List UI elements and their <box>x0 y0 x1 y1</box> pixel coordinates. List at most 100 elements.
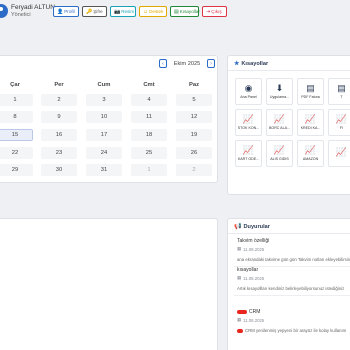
shortcut-tile[interactable]: ◉ Ana Panel <box>235 78 262 105</box>
calendar-day[interactable]: 12 <box>176 111 212 123</box>
shortcut-label: ALIS GIDIS <box>270 157 289 161</box>
calendar-day[interactable]: 24 <box>86 147 122 159</box>
chart-icon: 📈 <box>335 147 348 157</box>
calendar-day[interactable]: 10 <box>86 111 122 123</box>
shortcut-label: FI <box>339 126 344 130</box>
divider <box>228 233 350 234</box>
calendar-day[interactable]: 4 <box>131 94 167 106</box>
new-badge-icon <box>237 309 247 314</box>
shortcut-tile[interactable]: 📈 KART ODE... <box>235 140 262 167</box>
document-icon: ▤ <box>337 83 346 93</box>
calendar-day[interactable]: 19 <box>176 129 212 141</box>
calendar-day[interactable]: 16 <box>41 129 77 141</box>
logout-button[interactable]: ⇥ Çıkış <box>202 6 227 17</box>
new-badge-icon <box>237 328 243 333</box>
download-icon: ⬇ <box>275 83 284 93</box>
announcement-text: Artık kısayollları kendiniz belirleyebil… <box>237 286 350 291</box>
shortcut-label: KREDI KA... <box>300 126 321 130</box>
shortcut-label: T <box>340 95 343 99</box>
shortcut-tile[interactable]: 📈 AMAZON <box>297 140 324 167</box>
calendar-day[interactable]: 23 <box>41 147 77 159</box>
announcement-date: ▦ 11.08.2025 <box>237 275 264 281</box>
chart-icon: 📈 <box>273 145 286 155</box>
calendar-day[interactable]: 30 <box>41 164 77 176</box>
announcement-title[interactable]: CRM <box>237 309 260 315</box>
announcement-date-text: 11.08.2025 <box>243 317 265 323</box>
calendar-day[interactable]: 26 <box>176 147 212 159</box>
shortcut-label: STOK KON... <box>237 126 260 130</box>
shortcut-tile[interactable]: 📈 KREDI KA... <box>297 109 324 136</box>
image-button[interactable]: 📷 Resim <box>110 6 136 17</box>
shortcut-tile[interactable]: 📈 ALIS GIDIS <box>266 140 293 167</box>
announcement-text: CRM yenilenmiş yepyeni bir arayüz ile ko… <box>237 328 350 333</box>
shortcut-label: BORC ALA... <box>269 126 290 130</box>
prev-month-button[interactable]: ‹ <box>159 59 167 68</box>
user-icon: 👤 <box>57 8 64 15</box>
weekday-header: Cmt <box>143 82 155 88</box>
announcements-card: 📢 Duyurular Takvim özelliği ▦ 11.08.2025 an… <box>227 218 350 350</box>
chart-icon: 📈 <box>273 114 286 124</box>
calendar-day[interactable]: 17 <box>86 129 122 141</box>
calendar-day[interactable]: 2 <box>176 164 212 176</box>
announcement-title[interactable]: Takvim özelliği <box>237 238 269 244</box>
logout-button-label: Çıkış <box>211 9 222 14</box>
calendar-day[interactable]: 5 <box>176 94 212 106</box>
shortcuts-button-label: Kısayollar <box>179 9 200 14</box>
shortcut-tile[interactable]: 📈 STOK KON... <box>235 109 262 136</box>
content-card <box>0 218 218 350</box>
announcement-date-text: 11.08.2025 <box>243 246 265 252</box>
megaphone-icon: 📢 <box>234 224 242 230</box>
announcement-title[interactable]: kısayollar <box>237 267 258 273</box>
chart-icon: 📈 <box>242 145 255 155</box>
chart-icon: 📈 <box>335 114 348 124</box>
top-bar: Feryadi ALTUN Yönetici 👤 Profil 🔑 Şifre … <box>0 0 350 22</box>
support-icon: ☺ <box>143 8 149 15</box>
calendar-day[interactable]: 15 <box>0 129 33 141</box>
star-icon: ★ <box>234 61 240 67</box>
next-month-button[interactable]: › <box>207 59 215 68</box>
camera-icon: 📷 <box>114 8 121 15</box>
shortcut-label: AMAZON <box>302 157 319 161</box>
calendar-day[interactable]: 1 <box>0 94 33 106</box>
shortcut-tile[interactable]: ▤ PDF Fatura <box>297 78 324 105</box>
shortcut-tile[interactable]: 📈 FI <box>328 109 350 136</box>
chart-icon: 📈 <box>304 145 317 155</box>
announcement-title-text: CRM <box>249 309 261 315</box>
weekday-header: Per <box>54 82 64 88</box>
chart-icon: 📈 <box>304 114 317 124</box>
support-button-label: Destek <box>149 9 164 14</box>
password-button-label: Şifre <box>93 9 103 14</box>
announcements-title-label: Duyurular <box>243 223 270 230</box>
calendar-day[interactable]: 29 <box>0 164 33 176</box>
announcement-date-text: 11.08.2025 <box>243 275 265 281</box>
shortcut-tile[interactable]: ⬇ Uygulama... <box>266 78 293 105</box>
calendar-day[interactable]: 8 <box>0 111 33 123</box>
key-icon: 🔑 <box>86 8 93 15</box>
shortcuts-button[interactable]: ▤ Kısayollar <box>170 6 200 17</box>
calendar-day[interactable]: 25 <box>131 147 167 159</box>
support-button[interactable]: ☺ Destek <box>139 6 167 17</box>
announcement-date: ▦ 11.08.2025 <box>237 317 264 323</box>
shortcut-label: KART ODE... <box>237 157 260 161</box>
calendar-day[interactable]: 2 <box>41 94 77 106</box>
calendar-day[interactable]: 1 <box>131 164 167 176</box>
avatar[interactable] <box>0 4 8 18</box>
calendar-day[interactable]: 22 <box>0 147 33 159</box>
calendar-day[interactable]: 3 <box>86 94 122 106</box>
calendar-day[interactable]: 11 <box>131 111 167 123</box>
chart-icon: 📈 <box>242 114 255 124</box>
shortcut-label: Ana Panel <box>240 95 257 99</box>
shortcut-tile[interactable]: 📈 BORC ALA... <box>266 109 293 136</box>
calendar-day[interactable]: 9 <box>41 111 77 123</box>
profile-button[interactable]: 👤 Profil <box>53 6 79 17</box>
calendar-day[interactable]: 18 <box>131 129 167 141</box>
weekday-header: Çar <box>10 82 20 88</box>
weekday-header: Cum <box>97 82 111 88</box>
calendar-day[interactable]: 31 <box>86 164 122 176</box>
shortcut-tile[interactable]: ▤ T <box>328 78 350 105</box>
shortcut-tile[interactable]: 📈 <box>328 140 350 167</box>
shortcuts-title-label: Kısayollar <box>241 60 269 67</box>
announcement-text: ana ekrandaki takvime gün gün Takvim not… <box>237 257 350 262</box>
password-button[interactable]: 🔑 Şifre <box>82 6 107 17</box>
dashboard-icon: ◉ <box>244 83 253 93</box>
